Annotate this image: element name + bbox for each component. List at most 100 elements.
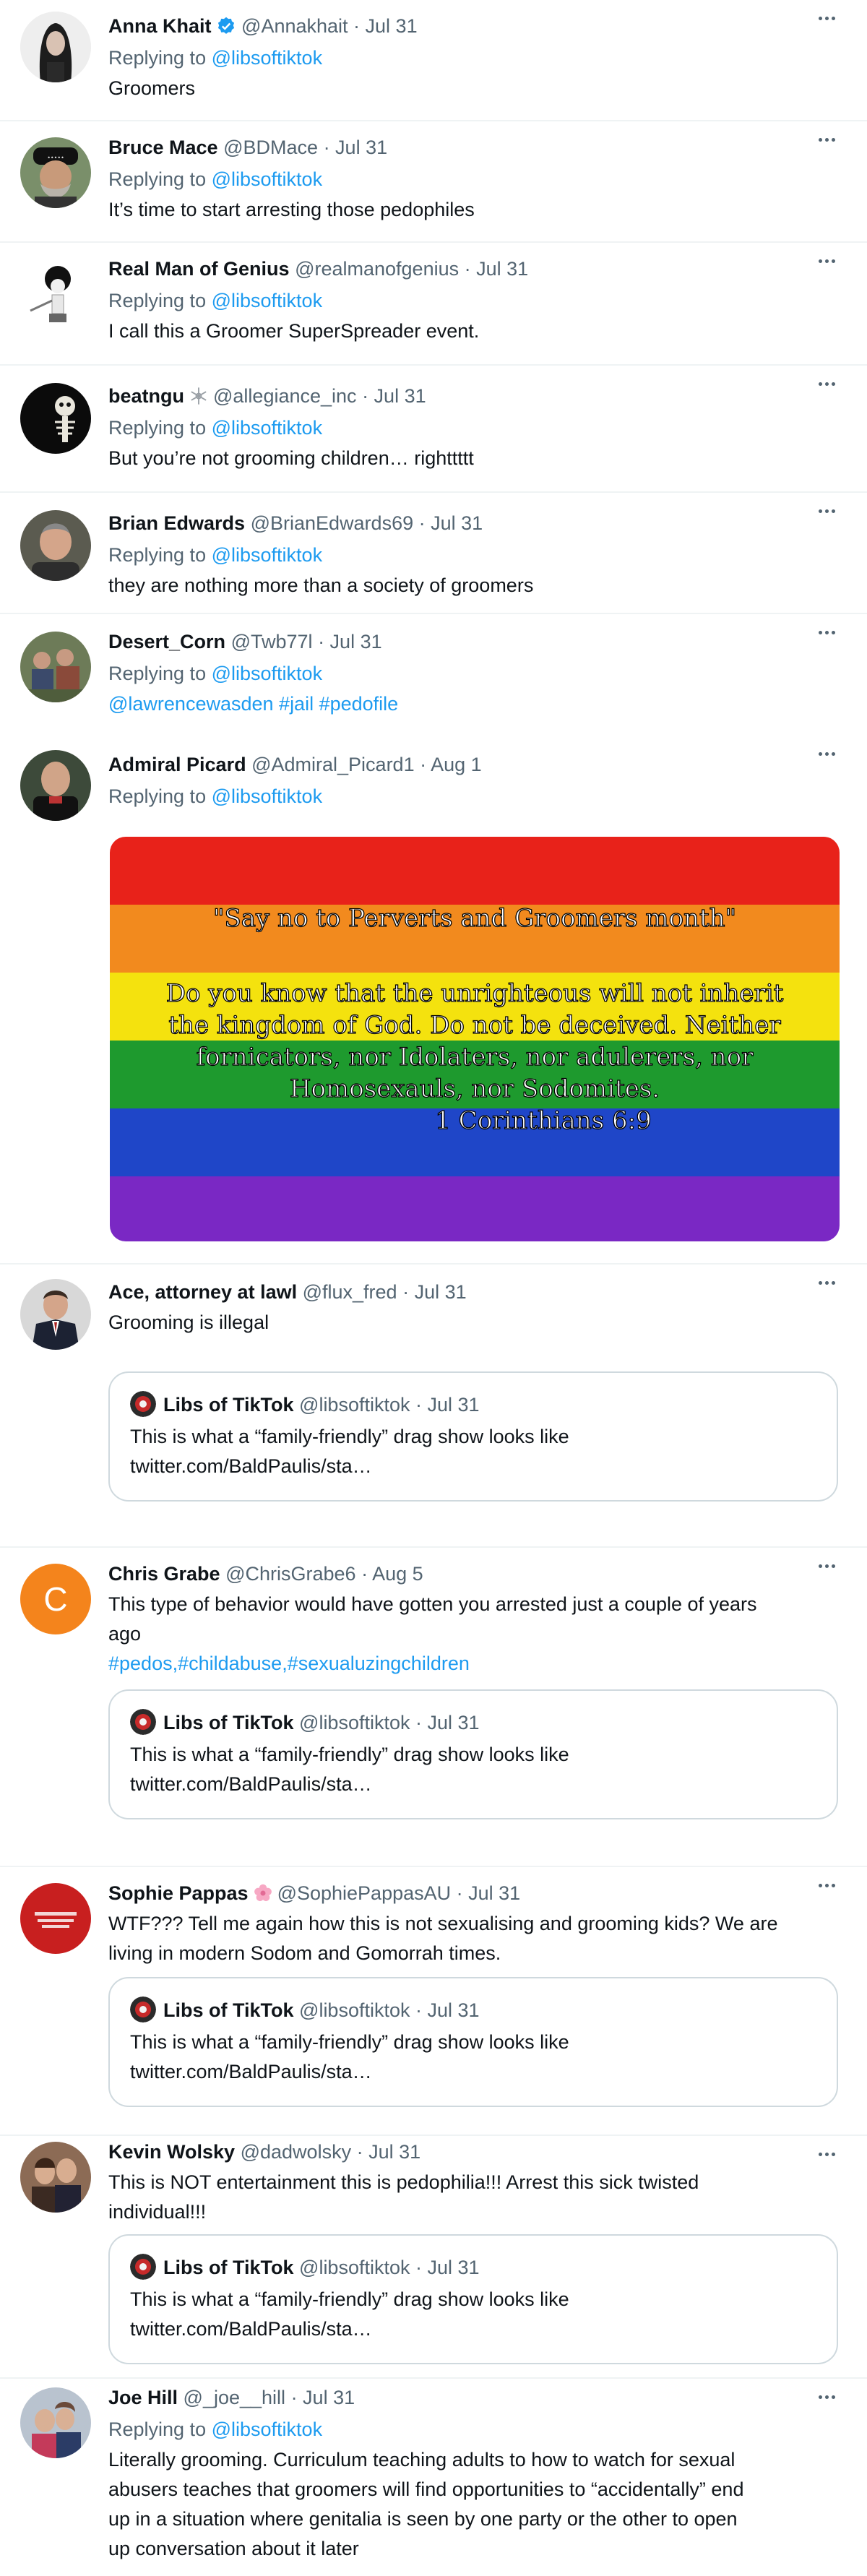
replying-to-link[interactable]: @libsoftiktok <box>212 544 322 566</box>
more-icon[interactable] <box>812 373 841 395</box>
avatar[interactable] <box>20 750 91 821</box>
quoted-author-handle: @libsoftiktok <box>299 1394 410 1416</box>
author-name[interactable]: Real Man of Genius <box>108 258 290 280</box>
replying-to-link[interactable]: @libsoftiktok <box>212 663 322 684</box>
quoted-link: twitter.com/BaldPaulis/sta… <box>130 2061 372 2082</box>
more-icon[interactable] <box>812 250 841 272</box>
tweet-date[interactable]: · Jul 31 <box>353 15 418 37</box>
quoted-text: This is what a “family-friendly” drag sh… <box>130 1426 569 1447</box>
more-icon[interactable] <box>812 1874 841 1896</box>
tweet-date[interactable]: · Jul 31 <box>362 385 426 407</box>
author-handle[interactable]: @BrianEdwards69 <box>251 512 414 534</box>
avatar[interactable]: C <box>20 1564 91 1634</box>
more-icon[interactable] <box>812 500 841 522</box>
author-handle[interactable]: @Twb77l <box>231 631 313 652</box>
author-handle[interactable]: @dadwolsky <box>241 2141 351 2163</box>
replying-to-link[interactable]: @libsoftiktok <box>212 785 322 807</box>
author-handle[interactable]: @Admiral_Picard1 <box>251 754 415 775</box>
more-icon[interactable] <box>812 743 841 764</box>
author-name[interactable]: Admiral Picard <box>108 754 246 775</box>
more-icon[interactable] <box>812 129 841 150</box>
more-icon[interactable] <box>812 2143 841 2165</box>
tweet[interactable]: Kevin Wolsky @dadwolsky · Jul 31 This is… <box>0 2136 867 2379</box>
author-name[interactable]: Anna Khait <box>108 15 212 37</box>
avatar[interactable] <box>20 257 91 328</box>
tweet-date[interactable]: · Jul 31 <box>419 512 483 534</box>
avatar[interactable]: ••••• <box>20 137 91 208</box>
more-icon[interactable] <box>812 7 841 29</box>
hashtag-links[interactable]: #jail #pedofile <box>279 693 398 715</box>
more-icon[interactable] <box>812 2386 841 2408</box>
author-handle[interactable]: @BDMace <box>223 137 318 158</box>
more-icon[interactable] <box>812 1272 841 1293</box>
replying-to-link[interactable]: @libsoftiktok <box>212 2418 322 2440</box>
author-name[interactable]: Sophie Pappas <box>108 1882 249 1904</box>
tweet[interactable]: ••••• Bruce Mace @BDMace · Jul 31 Replyi… <box>0 121 867 243</box>
replying-to-link[interactable]: @libsoftiktok <box>212 47 322 69</box>
tweet-date[interactable]: · Jul 31 <box>402 1281 467 1303</box>
tweet[interactable]: Sophie Pappas @SophiePappasAU · Jul 31 WT… <box>0 1867 867 2136</box>
tweet-date[interactable]: · Jul 31 <box>357 2141 421 2163</box>
tweet-image[interactable]: "Say no to Perverts and Groomers month" … <box>110 837 840 1241</box>
author-handle[interactable]: @ChrisGrabe6 <box>225 1563 355 1585</box>
author-handle[interactable]: @_joe__hill <box>184 2387 286 2408</box>
more-icon[interactable] <box>812 1555 841 1577</box>
tweet-text-line: This is NOT entertainment this is pedoph… <box>108 2171 699 2193</box>
quoted-tweet[interactable]: Libs of TikTok @libsoftiktok · Jul 31 Th… <box>108 1371 838 1502</box>
author-name[interactable]: Brian Edwards <box>108 512 245 534</box>
author-handle[interactable]: @realmanofgenius <box>295 258 459 280</box>
more-icon[interactable] <box>812 621 841 643</box>
author-name[interactable]: Desert_Corn <box>108 631 225 652</box>
tweet-date[interactable]: · Jul 31 <box>324 137 388 158</box>
author-name[interactable]: Joe Hill <box>108 2387 178 2408</box>
avatar[interactable] <box>20 2387 91 2458</box>
tweet[interactable]: Ace, attorney at lawl @flux_fred · Jul 3… <box>0 1265 867 1548</box>
author-name[interactable]: Ace, attorney at lawl <box>108 1281 297 1303</box>
tweet-date[interactable]: · Jul 31 <box>291 2387 355 2408</box>
author-handle[interactable]: @allegiance_inc <box>213 385 357 407</box>
quoted-tweet[interactable]: Libs of TikTok @libsoftiktok · Jul 31 Th… <box>108 1977 838 2107</box>
quoted-tweet[interactable]: Libs of TikTok @libsoftiktok · Jul 31 Th… <box>108 1689 838 1819</box>
avatar[interactable] <box>20 2142 91 2213</box>
tweet-date[interactable]: · Aug 1 <box>420 754 482 775</box>
tweet[interactable]: Desert_Corn @Twb77l · Jul 31 Replying to… <box>0 614 867 736</box>
tweet[interactable]: Admiral Picard @Admiral_Picard1 · Aug 1 … <box>0 736 867 1265</box>
author-name[interactable]: Chris Grabe <box>108 1563 220 1585</box>
tweet-date[interactable]: · Jul 31 <box>465 258 529 280</box>
tweet-text: But you’re not grooming children… rightt… <box>108 447 474 469</box>
replying-to-link[interactable]: @libsoftiktok <box>212 417 322 439</box>
author-name[interactable]: Bruce Mace <box>108 137 218 158</box>
tweet-text-line: Literally grooming. Curriculum teaching … <box>108 2449 736 2471</box>
author-name[interactable]: beatngu <box>108 385 184 407</box>
quoted-avatar <box>130 1709 156 1735</box>
avatar[interactable] <box>20 632 91 702</box>
tweet[interactable]: beatngu @allegiance_inc · Jul 31 Replying… <box>0 366 867 493</box>
tweet-text-line: individual!!! <box>108 2201 207 2223</box>
avatar[interactable] <box>20 1883 91 1954</box>
avatar[interactable] <box>20 383 91 454</box>
mention-link[interactable]: @lawrencewasden <box>108 693 274 715</box>
author-name[interactable]: Kevin Wolsky <box>108 2141 235 2163</box>
author-handle[interactable]: @Annakhait <box>241 15 348 37</box>
tweet[interactable]: C Chris Grabe @ChrisGrabe6 · Aug 5 This … <box>0 1548 867 1867</box>
author-handle[interactable]: @SophiePappasAU <box>277 1882 452 1904</box>
tweet-text: Grooming is illegal <box>108 1311 269 1333</box>
replying-to-link[interactable]: @libsoftiktok <box>212 290 322 311</box>
hashtag-links[interactable]: #pedos,#childabuse,#sexualuzingchildren <box>108 1649 838 1679</box>
avatar[interactable] <box>20 12 91 82</box>
tweet-date[interactable]: · Jul 31 <box>318 631 382 652</box>
tweet-date[interactable]: · Jul 31 <box>457 1882 521 1904</box>
replying-to-link[interactable]: @libsoftiktok <box>212 168 322 190</box>
tweet[interactable]: Real Man of Genius @realmanofgenius · Ju… <box>0 243 867 366</box>
avatar[interactable] <box>20 510 91 581</box>
tweet-date[interactable]: · Aug 5 <box>361 1563 423 1585</box>
author-handle[interactable]: @flux_fred <box>303 1281 397 1303</box>
tweet[interactable]: Brian Edwards @BrianEdwards69 · Jul 31 R… <box>0 493 867 614</box>
replying-to-label: Replying to <box>108 2418 207 2440</box>
tweet[interactable]: Anna Khait @Annakhait · Jul 31 Replying … <box>0 0 867 121</box>
tweet[interactable]: Joe Hill @_joe__hill · Jul 31 Replying t… <box>0 2379 867 2576</box>
quoted-tweet[interactable]: Libs of TikTok @libsoftiktok · Jul 31 Th… <box>108 2234 838 2364</box>
avatar[interactable] <box>20 1279 91 1350</box>
tweet-text-line: ago <box>108 1623 142 1645</box>
quoted-date: · Jul 31 <box>415 1394 480 1416</box>
